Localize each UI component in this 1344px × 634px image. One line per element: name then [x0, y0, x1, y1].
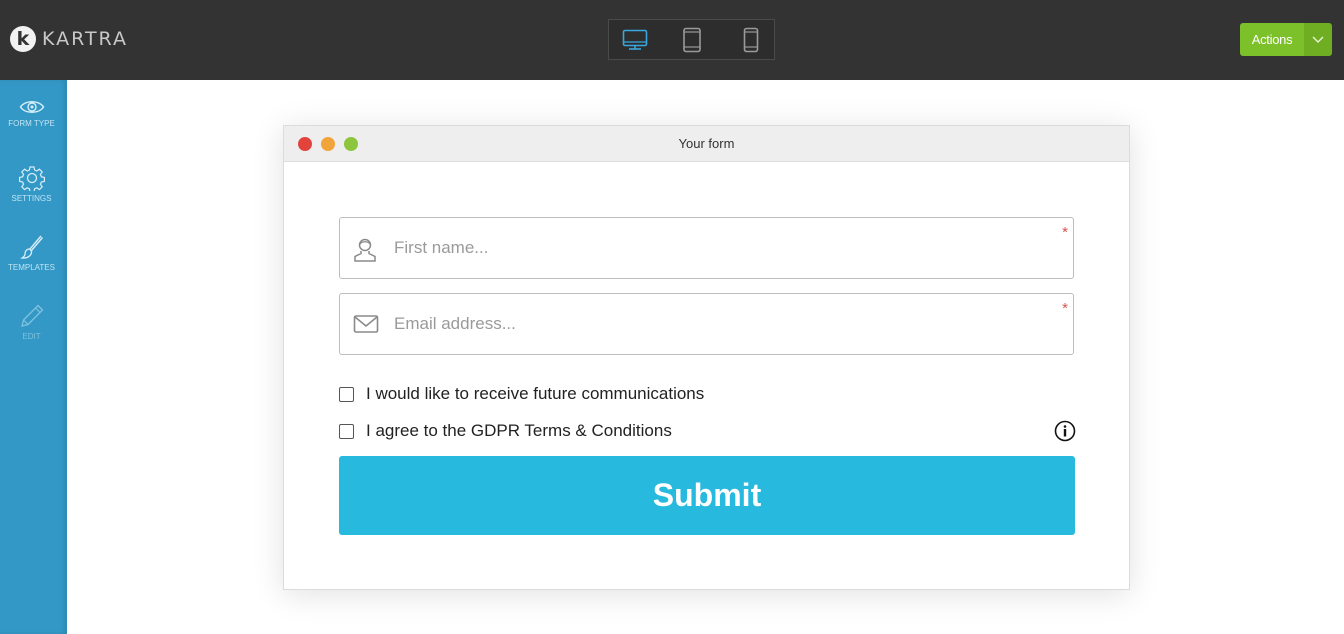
email-input[interactable]	[394, 294, 1054, 354]
window-title-bar: Your form	[284, 126, 1129, 162]
brush-icon	[19, 235, 43, 259]
actions-button[interactable]: Actions	[1240, 23, 1304, 56]
pencil-icon	[20, 304, 43, 327]
gdpr-label: I agree to the GDPR Terms & Conditions	[366, 421, 672, 440]
tablet-icon	[683, 27, 701, 52]
mobile-icon	[743, 27, 759, 52]
sidebar-item-settings[interactable]: SETTINGS	[0, 165, 63, 203]
desktop-preview-button[interactable]	[609, 20, 661, 59]
actions-toggle[interactable]	[1304, 23, 1332, 56]
email-field: *	[339, 293, 1074, 355]
chevron-down-icon	[1312, 36, 1324, 43]
sidebar: FORM TYPE SETTINGS TEMPLATES EDIT	[0, 80, 67, 634]
brand-name: KARTRA	[42, 28, 128, 50]
sidebar-item-edit[interactable]: EDIT	[0, 303, 63, 341]
sidebar-label: FORM TYPE	[8, 119, 55, 128]
communications-checkbox[interactable]	[339, 386, 354, 402]
envelope-icon	[353, 315, 379, 333]
info-icon	[1054, 420, 1076, 442]
user-icon	[354, 238, 376, 262]
top-bar: k KARTRA Actions	[0, 0, 1344, 80]
sidebar-item-templates[interactable]: TEMPLATES	[0, 234, 63, 272]
eye-icon	[19, 101, 44, 113]
form-preview-window: Your form * * I would like to receive fu…	[283, 125, 1130, 590]
gdpr-consent: I agree to the GDPR Terms & Conditions	[339, 421, 672, 441]
kartra-logo[interactable]: k KARTRA	[10, 26, 128, 52]
actions-dropdown: Actions	[1240, 23, 1332, 56]
sidebar-label: SETTINGS	[11, 194, 52, 203]
window-title: Your form	[678, 136, 735, 151]
communications-label: I would like to receive future communica…	[366, 384, 705, 403]
device-preview-switcher	[608, 19, 775, 60]
gdpr-checkbox[interactable]	[339, 423, 354, 439]
first-name-field: *	[339, 217, 1074, 279]
gdpr-info-button[interactable]	[1054, 420, 1076, 447]
required-asterisk: *	[1062, 300, 1068, 317]
submit-button[interactable]: Submit	[339, 456, 1075, 535]
tablet-preview-button[interactable]	[667, 20, 717, 59]
desktop-icon	[622, 29, 648, 50]
required-asterisk: *	[1062, 224, 1068, 241]
sidebar-label: TEMPLATES	[8, 263, 55, 272]
gear-icon	[18, 166, 45, 191]
mobile-preview-button[interactable]	[726, 20, 776, 59]
sidebar-label: EDIT	[22, 332, 41, 341]
first-name-input[interactable]	[394, 218, 1054, 278]
communications-consent: I would like to receive future communica…	[339, 384, 704, 404]
sidebar-item-form-type[interactable]: FORM TYPE	[0, 98, 63, 128]
logo-mark-icon: k	[10, 26, 36, 52]
